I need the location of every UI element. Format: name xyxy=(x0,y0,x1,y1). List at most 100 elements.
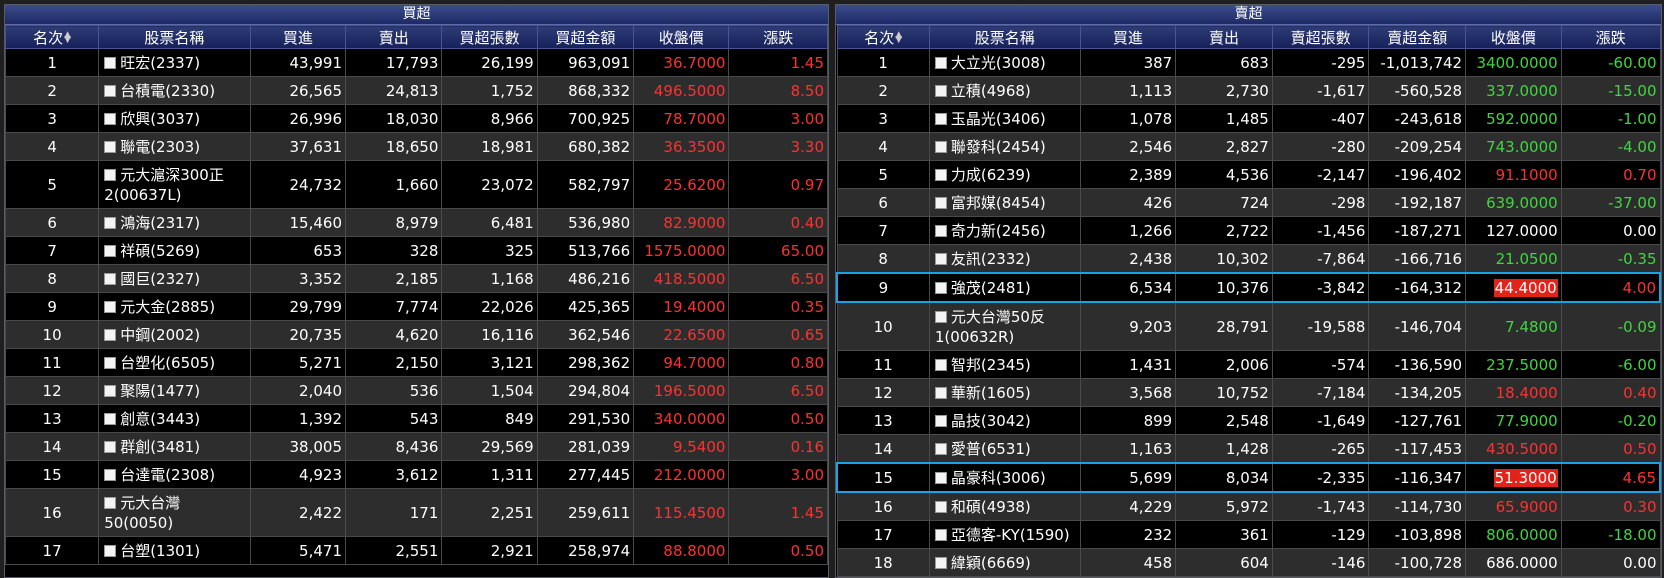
table-row[interactable]: 3 玉晶光(3406) 1,078 1,485 -407 -243,618 592.0000… xyxy=(836,104,1661,133)
table-row[interactable]: 11 智邦(2345) 1,431 2,006 -574 -136,590 237.5000… xyxy=(836,350,1661,379)
stock-name[interactable]: 愛普(6531) xyxy=(951,440,1031,458)
checkbox-icon[interactable] xyxy=(104,385,117,397)
table-row[interactable]: 10 元大台灣50反1(00632R) 9,203 28,791 -19,588 -146… xyxy=(836,301,1661,351)
checkbox-icon[interactable] xyxy=(104,57,117,69)
checkbox-icon[interactable] xyxy=(104,217,117,229)
checkbox-icon[interactable] xyxy=(934,443,947,455)
table-row[interactable]: 6 富邦媒(8454) 426 724 -298 -192,187 639.0000 -37.… xyxy=(836,188,1661,217)
checkbox-icon[interactable] xyxy=(104,245,117,257)
checkbox-icon[interactable] xyxy=(934,225,947,237)
checkbox-icon[interactable] xyxy=(934,359,947,371)
stock-name[interactable]: 旺宏(2337) xyxy=(120,54,200,72)
stock-name[interactable]: 台積電(2330) xyxy=(120,82,215,100)
col-header-net-amount[interactable]: 賣超金額 xyxy=(1368,25,1467,49)
stock-name[interactable]: 元大滬深300正2(00637L) xyxy=(104,166,224,204)
checkbox-icon[interactable] xyxy=(934,472,947,484)
table-row[interactable]: 18 緯穎(6669) 458 604 -146 -100,728 686.0000 0.00 xyxy=(836,548,1661,577)
stock-name[interactable]: 聯電(2303) xyxy=(120,138,200,156)
table-row[interactable]: 10 中鋼(2002) 20,735 4,620 16,116 362,546 22.650… xyxy=(5,320,828,349)
table-row[interactable]: 13 創意(3443) 1,392 543 849 291,530 340.0000 0.50 xyxy=(5,404,828,433)
checkbox-icon[interactable] xyxy=(934,141,947,153)
table-row[interactable]: 12 華新(1605) 3,568 10,752 -7,184 -134,205 18.40… xyxy=(836,378,1661,407)
table-row[interactable]: 5 力成(6239) 2,389 4,536 -2,147 -196,402 91.1000… xyxy=(836,160,1661,189)
table-row[interactable]: 7 祥碩(5269) 653 328 325 513,766 1575.0000 65.00 xyxy=(5,236,828,265)
stock-name[interactable]: 中鋼(2002) xyxy=(120,326,200,344)
stock-name[interactable]: 大立光(3008) xyxy=(951,54,1046,72)
col-header-buy[interactable]: 買進 xyxy=(1079,25,1177,49)
checkbox-icon[interactable] xyxy=(104,273,117,285)
stock-name-cell[interactable]: 強茂(2481) xyxy=(928,272,1081,303)
checkbox-icon[interactable] xyxy=(934,529,947,541)
checkbox-icon[interactable] xyxy=(104,413,117,425)
col-header-rank[interactable]: 名次▲ ▼ xyxy=(5,25,100,49)
stock-name-cell[interactable]: 台塑化(6505) xyxy=(98,348,251,377)
stock-name-cell[interactable]: 旺宏(2337) xyxy=(98,48,251,77)
table-row[interactable]: 6 鴻海(2317) 15,460 8,979 6,481 536,980 82.9000 0… xyxy=(5,208,828,237)
stock-name[interactable]: 祥碩(5269) xyxy=(120,242,200,260)
stock-name[interactable]: 和碩(4938) xyxy=(951,498,1031,516)
stock-name-cell[interactable]: 元大滬深300正2(00637L) xyxy=(98,160,251,209)
stock-name-cell[interactable]: 智邦(2345) xyxy=(928,350,1081,379)
table-row[interactable]: 1 大立光(3008) 387 683 -295 -1,013,742 3400.0000-… xyxy=(836,48,1661,77)
table-row[interactable]: 1 旺宏(2337) 43,991 17,793 26,199 963,091 36.700… xyxy=(5,48,828,77)
stock-name[interactable]: 晶豪科(3006) xyxy=(951,469,1046,487)
stock-name-cell[interactable]: 欣興(3037) xyxy=(98,104,251,133)
col-header-close[interactable]: 收盤價 xyxy=(633,25,730,49)
stock-name-cell[interactable]: 玉晶光(3406) xyxy=(928,104,1081,133)
table-row[interactable]: 2 台積電(2330) 26,565 24,813 1,752 868,332 496.50… xyxy=(5,76,828,105)
stock-name-cell[interactable]: 聚陽(1477) xyxy=(98,376,251,405)
stock-name-cell[interactable]: 創意(3443) xyxy=(98,404,251,433)
stock-name-cell[interactable]: 富邦媒(8454) xyxy=(928,188,1081,217)
stock-name-cell[interactable]: 華新(1605) xyxy=(928,378,1081,407)
table-row[interactable]: 15 台達電(2308) 4,923 3,612 1,311 277,445 212.000… xyxy=(5,460,828,489)
checkbox-icon[interactable] xyxy=(104,301,117,313)
col-header-net-amount[interactable]: 買超金額 xyxy=(536,25,635,49)
stock-name[interactable]: 玉晶光(3406) xyxy=(951,110,1046,128)
stock-name[interactable]: 智邦(2345) xyxy=(951,356,1031,374)
table-row[interactable]: 16 元大台灣50(0050) 2,422 171 2,251 259,611 115.45… xyxy=(5,488,828,537)
table-row[interactable]: 14 群創(3481) 38,005 8,436 29,569 281,039 9.5400… xyxy=(5,432,828,461)
checkbox-icon[interactable] xyxy=(104,441,117,453)
stock-name[interactable]: 聚陽(1477) xyxy=(120,382,200,400)
stock-name[interactable]: 華新(1605) xyxy=(951,384,1031,402)
stock-name-cell[interactable]: 台塑(1301) xyxy=(98,536,251,565)
stock-name[interactable]: 台塑化(6505) xyxy=(120,354,215,372)
table-row[interactable]: 16 和碩(4938) 4,229 5,972 -1,743 -114,730 65.900… xyxy=(836,491,1661,521)
stock-name-cell[interactable]: 祥碩(5269) xyxy=(98,236,251,265)
stock-name[interactable]: 元大金(2885) xyxy=(120,298,215,316)
stock-name-cell[interactable]: 奇力新(2456) xyxy=(928,216,1081,245)
stock-name-cell[interactable]: 晶技(3042) xyxy=(928,406,1081,435)
checkbox-icon[interactable] xyxy=(934,415,947,427)
checkbox-icon[interactable] xyxy=(104,329,117,341)
col-header-net-lots[interactable]: 賣超張數 xyxy=(1271,25,1370,49)
stock-name-cell[interactable]: 大立光(3008) xyxy=(928,48,1081,77)
stock-name[interactable]: 友訊(2332) xyxy=(951,250,1031,268)
table-row[interactable]: 3 欣興(3037) 26,996 18,030 8,966 700,925 78.7000… xyxy=(5,104,828,133)
stock-name[interactable]: 群創(3481) xyxy=(120,438,200,456)
col-header-rank[interactable]: 名次▲ ▼ xyxy=(836,25,930,49)
stock-name-cell[interactable]: 緯穎(6669) xyxy=(928,548,1081,577)
col-header-net-lots[interactable]: 買超張數 xyxy=(441,25,538,49)
col-header-close[interactable]: 收盤價 xyxy=(1465,25,1562,49)
stock-name-cell[interactable]: 元大台灣50(0050) xyxy=(98,488,251,537)
checkbox-icon[interactable] xyxy=(104,545,117,557)
col-header-stock-name[interactable]: 股票名稱 xyxy=(928,25,1081,49)
col-header-buy[interactable]: 買進 xyxy=(249,25,347,49)
stock-name[interactable]: 富邦媒(8454) xyxy=(951,194,1046,212)
stock-name-cell[interactable]: 聯電(2303) xyxy=(98,132,251,161)
stock-name-cell[interactable]: 台積電(2330) xyxy=(98,76,251,105)
checkbox-icon[interactable] xyxy=(934,387,947,399)
table-row[interactable]: 4 聯發科(2454) 2,546 2,827 -280 -209,254 743.0000… xyxy=(836,132,1661,161)
table-row[interactable]: 8 國巨(2327) 3,352 2,185 1,168 486,216 418.5000 6… xyxy=(5,264,828,293)
col-header-sell[interactable]: 賣出 xyxy=(344,25,443,49)
table-row[interactable]: 13 晶技(3042) 899 2,548 -1,649 -127,761 77.9000-… xyxy=(836,406,1661,435)
stock-name[interactable]: 台達電(2308) xyxy=(120,466,215,484)
checkbox-icon[interactable] xyxy=(934,85,947,97)
table-row[interactable]: 9 強茂(2481) 6,534 10,376 -3,842 -164,312 44.400… xyxy=(836,272,1661,303)
table-row[interactable]: 4 聯電(2303) 37,631 18,650 18,981 680,382 36.350… xyxy=(5,132,828,161)
sort-up-down-icon[interactable]: ▲ ▼ xyxy=(64,30,71,44)
stock-name[interactable]: 國巨(2327) xyxy=(120,270,200,288)
stock-name[interactable]: 立積(4968) xyxy=(951,82,1031,100)
col-header-sell[interactable]: 賣出 xyxy=(1175,25,1273,49)
stock-name-cell[interactable]: 友訊(2332) xyxy=(928,244,1081,274)
